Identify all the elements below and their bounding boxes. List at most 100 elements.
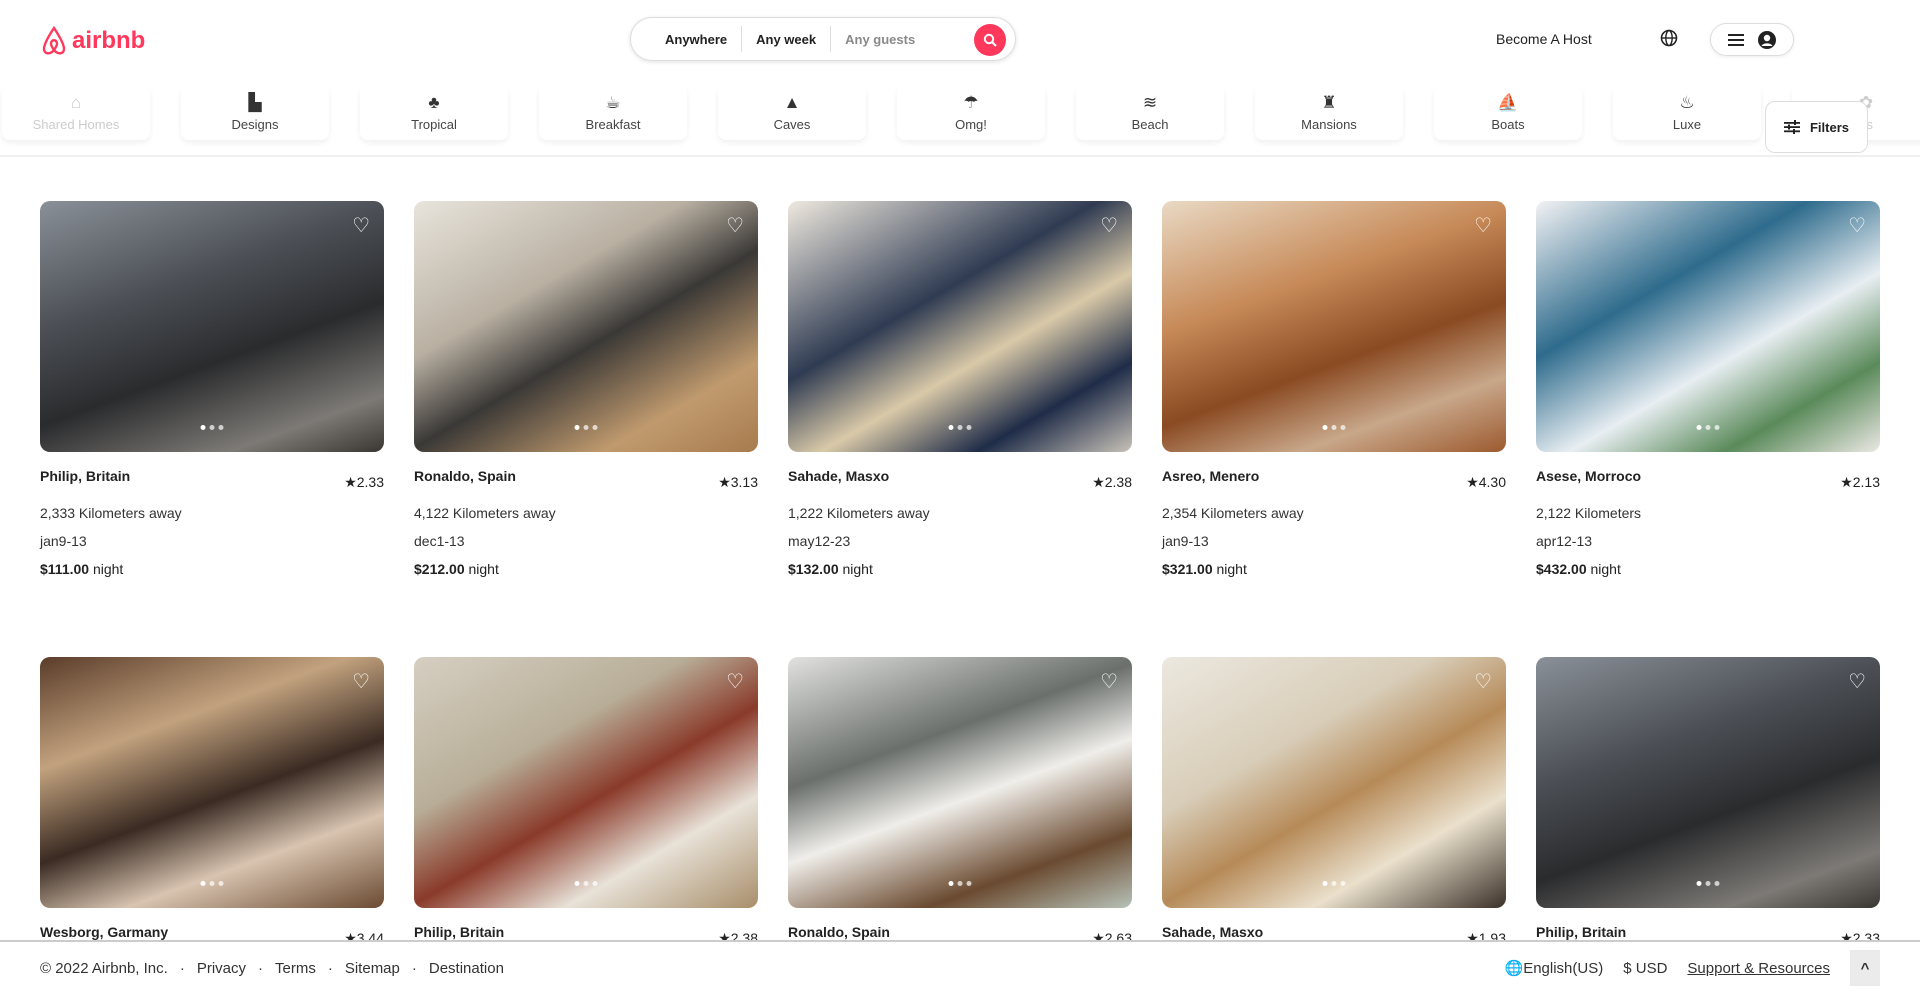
heart-icon[interactable]: ♡ <box>352 669 370 694</box>
category-boats[interactable]: ⛵ Boats <box>1434 84 1582 140</box>
category-mansions[interactable]: ♜ Mansions <box>1255 84 1403 140</box>
carousel-dots[interactable] <box>948 881 972 886</box>
heart-icon[interactable]: ♡ <box>1848 669 1866 694</box>
listing-title: Asreo, Menero <box>1162 468 1260 484</box>
search-guests[interactable]: Any guests <box>831 32 929 47</box>
heart-icon[interactable]: ♡ <box>1100 213 1118 238</box>
carousel-dots[interactable] <box>574 881 598 886</box>
listing-photo[interactable]: ♡ <box>414 201 758 452</box>
listing-card[interactable]: ♡ Ronaldo, Spain ★2.63 <box>788 657 1132 947</box>
header-divider <box>0 155 1920 157</box>
category-caves[interactable]: ▲ Caves <box>718 84 866 140</box>
listing-price: $132.00 night <box>788 561 873 577</box>
heart-icon[interactable]: ♡ <box>726 669 744 694</box>
listing-card[interactable]: ♡ Philip, Britain ★2.33 <box>1536 657 1880 947</box>
beach-icon: ≋ <box>1142 93 1158 112</box>
language-label: English(US) <box>1523 960 1604 977</box>
category-label: Designs <box>231 117 279 132</box>
language-selector[interactable]: 🌐English(US) <box>1505 959 1604 977</box>
listing-photo[interactable]: ♡ <box>1536 657 1880 908</box>
listing-photo[interactable]: ♡ <box>788 657 1132 908</box>
carousel-dots[interactable] <box>1696 425 1720 430</box>
carousel-dots[interactable] <box>1322 881 1346 886</box>
coffee-icon: ☕ <box>605 93 621 112</box>
star-icon: ★ <box>1466 474 1479 490</box>
copyright: © 2022 Airbnb, Inc. <box>40 959 168 977</box>
carousel-dots[interactable] <box>200 425 224 430</box>
listing-photo[interactable]: ♡ <box>1162 657 1506 908</box>
listing-rating: ★2.33 <box>344 474 384 490</box>
carousel-dots[interactable] <box>948 425 972 430</box>
become-host-link[interactable]: Become A Host <box>1496 31 1592 47</box>
category-label: Boats <box>1491 117 1525 132</box>
footer-link-terms[interactable]: Terms <box>275 960 316 977</box>
listing-rating: ★3.13 <box>718 474 758 490</box>
listing-photo[interactable]: ♡ <box>1536 201 1880 452</box>
heart-icon[interactable]: ♡ <box>1474 213 1492 238</box>
luxe-icon: ♨ <box>1679 93 1695 112</box>
star-icon: ★ <box>1092 474 1105 490</box>
star-icon: ★ <box>1840 474 1853 490</box>
listing-card[interactable]: ♡ Philip, Britain ★2.38 <box>414 657 758 947</box>
listing-distance: 2,122 Kilometers <box>1536 505 1642 521</box>
listing-photo[interactable]: ♡ <box>414 657 758 908</box>
search-when[interactable]: Any week <box>742 32 830 47</box>
listing-distance: 2,354 Kilometers away <box>1162 505 1304 521</box>
carousel-dots[interactable] <box>574 425 598 430</box>
chevron-up-icon[interactable]: ^ <box>1850 950 1880 986</box>
listing-dates: jan9-13 <box>1162 533 1209 549</box>
currency-selector[interactable]: $ USD <box>1623 960 1667 977</box>
globe-icon[interactable] <box>1660 29 1678 52</box>
listing-card[interactable]: ♡ Philip, Britain ★2.33 2,333 Kilometers … <box>40 201 384 577</box>
heart-icon[interactable]: ♡ <box>1848 213 1866 238</box>
carousel-dots[interactable] <box>1696 881 1720 886</box>
listing-photo[interactable]: ♡ <box>40 657 384 908</box>
airbnb-logo[interactable]: airbnb <box>40 26 145 56</box>
heart-icon[interactable]: ♡ <box>1100 669 1118 694</box>
category-label: Shared Homes <box>32 117 120 132</box>
category-tropical[interactable]: ♣ Tropical <box>360 84 508 140</box>
listing-card[interactable]: ♡ Sahade, Masxo ★1.93 <box>1162 657 1506 947</box>
support-resources-link[interactable]: Support & Resources <box>1687 960 1830 977</box>
listing-photo[interactable]: ♡ <box>1162 201 1506 452</box>
heart-icon[interactable]: ♡ <box>1474 669 1492 694</box>
listing-distance: 4,122 Kilometers away <box>414 505 556 521</box>
airbnb-logo-icon <box>42 26 66 55</box>
search-button[interactable] <box>974 24 1006 56</box>
filters-button[interactable]: Filters <box>1765 101 1868 153</box>
listing-card[interactable]: ♡ Asreo, Menero ★4.30 2,354 Kilometers aw… <box>1162 201 1506 577</box>
category-shared-homes[interactable]: ⌂ Shared Homes <box>2 84 150 140</box>
listing-card[interactable]: ♡ Ronaldo, Spain ★3.13 4,122 Kilometers a… <box>414 201 758 577</box>
star-icon: ★ <box>344 474 357 490</box>
listing-price: $212.00 night <box>414 561 499 577</box>
listing-photo[interactable]: ♡ <box>40 201 384 452</box>
listing-title: Ronaldo, Spain <box>414 468 516 484</box>
listing-card[interactable]: ♡ Sahade, Masxo ★2.38 1,222 Kilometers aw… <box>788 201 1132 577</box>
footer-link-destination[interactable]: Destination <box>429 960 504 977</box>
category-breakfast[interactable]: ☕ Breakfast <box>539 84 687 140</box>
carousel-dots[interactable] <box>1322 425 1346 430</box>
category-beach[interactable]: ≋ Beach <box>1076 84 1224 140</box>
listing-price: $111.00 night <box>40 561 124 577</box>
listing-photo[interactable]: ♡ <box>788 201 1132 452</box>
heart-icon[interactable]: ♡ <box>352 213 370 238</box>
footer-link-sitemap[interactable]: Sitemap <box>345 960 400 977</box>
listing-card[interactable]: ♡ Asese, Morroco ★2.13 2,122 Kilometers a… <box>1536 201 1880 577</box>
category-luxe[interactable]: ♨ Luxe <box>1613 84 1761 140</box>
footer-link-privacy[interactable]: Privacy <box>197 960 246 977</box>
search-where[interactable]: Anywhere <box>651 32 741 47</box>
palm-icon: ♣ <box>428 93 440 112</box>
category-designs[interactable]: ▙ Designs <box>181 84 329 140</box>
heart-icon[interactable]: ♡ <box>726 213 744 238</box>
listing-card[interactable]: ♡ Wesborg, Garmany ★3.44 <box>40 657 384 947</box>
user-menu-button[interactable] <box>1710 23 1794 56</box>
search-bar[interactable]: Anywhere Any week Any guests <box>630 17 1016 61</box>
listing-dates: jan9-13 <box>40 533 87 549</box>
listing-dates: may12-23 <box>788 533 851 549</box>
listing-dates: apr12-13 <box>1536 533 1593 549</box>
listing-title: Asese, Morroco <box>1536 468 1642 484</box>
category-omg-[interactable]: ☂ Omg! <box>897 84 1045 140</box>
footer: © 2022 Airbnb, Inc. · Privacy · Terms · … <box>0 940 1920 994</box>
cave-icon: ▲ <box>783 93 801 112</box>
carousel-dots[interactable] <box>200 881 224 886</box>
